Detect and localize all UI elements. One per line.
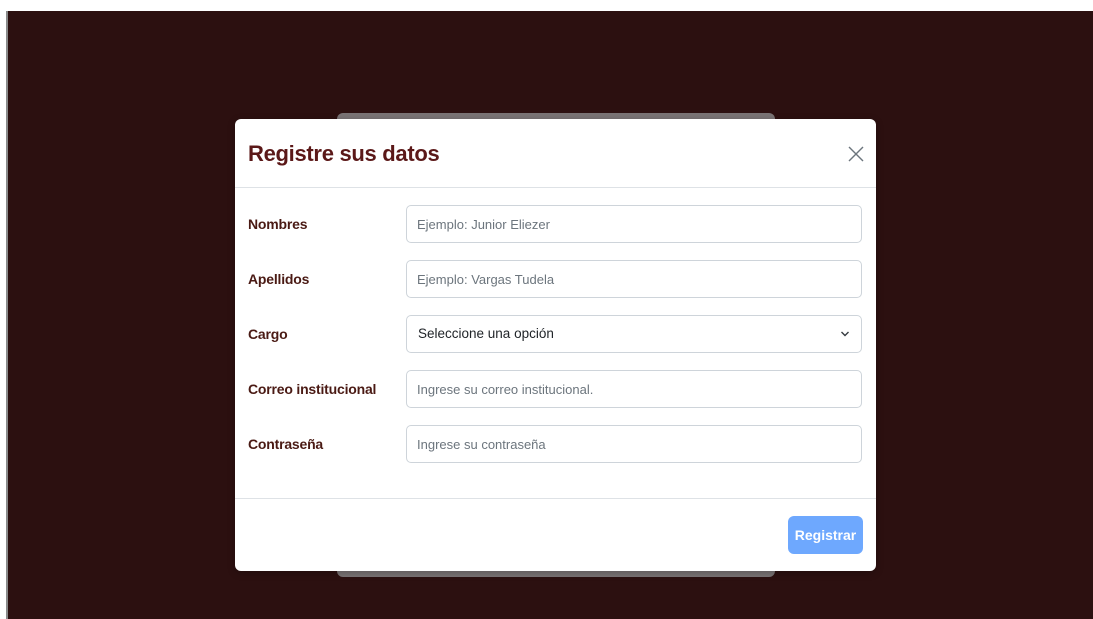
- cargo-select[interactable]: Seleccione una opción: [406, 315, 862, 353]
- correo-field: [406, 370, 862, 408]
- close-icon: [848, 146, 864, 162]
- modal-body: Nombres Apellidos Cargo Seleccione una o…: [235, 188, 876, 498]
- contrasena-input[interactable]: [417, 426, 847, 462]
- nombres-field: [406, 205, 862, 243]
- nombres-input[interactable]: [417, 206, 847, 242]
- cargo-selected-value: Seleccione una opción: [418, 326, 554, 341]
- form-row-apellidos: Apellidos: [235, 260, 876, 300]
- apellidos-label: Apellidos: [248, 271, 310, 287]
- contrasena-label: Contraseña: [248, 436, 324, 452]
- register-button[interactable]: Registrar: [788, 516, 863, 554]
- window-edge: [6, 11, 8, 619]
- cargo-label: Cargo: [248, 326, 288, 342]
- nombres-label: Nombres: [248, 216, 308, 232]
- close-button[interactable]: [846, 144, 866, 164]
- correo-input[interactable]: [417, 371, 847, 407]
- apellidos-field: [406, 260, 862, 298]
- chevron-down-icon: [841, 331, 849, 337]
- register-modal: Registre sus datos Nombres Apellidos Car…: [235, 119, 876, 571]
- modal-footer: Registrar: [235, 498, 876, 571]
- modal-title: Registre sus datos: [248, 141, 440, 166]
- contrasena-field: [406, 425, 862, 463]
- form-row-contrasena: Contraseña: [235, 425, 876, 465]
- correo-label: Correo institucional: [248, 381, 377, 397]
- apellidos-input[interactable]: [417, 261, 847, 297]
- form-row-correo: Correo institucional: [235, 370, 876, 410]
- modal-header: Registre sus datos: [235, 119, 876, 188]
- form-row-cargo: Cargo Seleccione una opción: [235, 315, 876, 355]
- form-row-nombres: Nombres: [235, 205, 876, 245]
